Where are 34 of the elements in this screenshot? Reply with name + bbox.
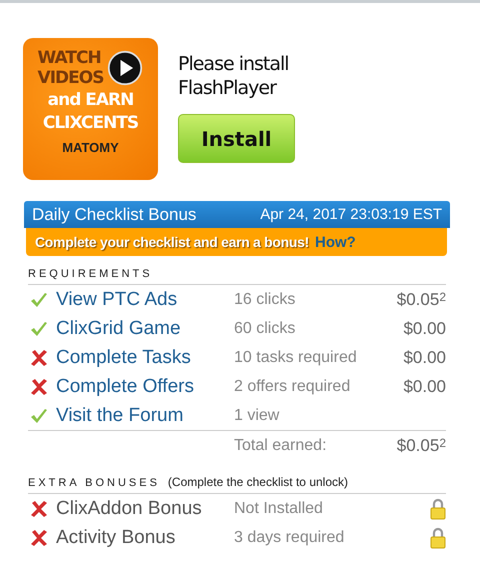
task-detail: 1 view: [234, 406, 280, 424]
task-link[interactable]: Complete Tasks: [56, 346, 234, 368]
ad-text: and EARN: [48, 90, 134, 111]
header-datetime: Apr 24, 2017 23:03:19 EST: [260, 206, 442, 223]
how-link[interactable]: How?: [315, 234, 356, 250]
task-amount: $0.00: [403, 318, 446, 338]
ad-brand: MATOMY: [62, 140, 119, 155]
ad-text: VIDEOS: [38, 68, 104, 88]
ad-banner[interactable]: WATCH VIDEOS and EARN CLIXCENTS MATOMY: [23, 38, 158, 180]
task-detail: 60 clicks: [234, 320, 296, 338]
task-detail: 16 clicks: [234, 290, 296, 308]
install-message: Please install FlashPlayer: [178, 52, 290, 100]
ad-text: WATCH: [38, 48, 102, 68]
task-amount: $0.00: [403, 348, 446, 368]
task-amount: $0.00: [403, 376, 446, 396]
banner-text: Complete your checklist and earn a bonus!: [35, 234, 309, 250]
task-link[interactable]: View PTC Ads: [56, 288, 234, 310]
header-title: Daily Checklist Bonus: [32, 204, 196, 224]
total-label: Total earned:: [234, 437, 328, 455]
play-icon: [107, 50, 144, 86]
task-link[interactable]: ClixGrid Game: [56, 318, 234, 340]
ad-text: CLIXCENTS: [42, 113, 138, 134]
install-button[interactable]: Install: [178, 114, 295, 163]
section-heading: EXTRA BONUSES: [28, 477, 160, 489]
bonus-name: Activity Bonus: [56, 526, 176, 548]
task-link[interactable]: Complete Offers: [56, 376, 234, 398]
task-link[interactable]: Visit the Forum: [56, 404, 234, 426]
task-detail: 2 offers required: [234, 378, 352, 396]
task-detail: 10 tasks required: [234, 348, 358, 366]
section-heading: REQUIREMENTS: [28, 268, 153, 280]
bonus-detail: Not Installed: [234, 500, 324, 518]
bonus-name: ClixAddon Bonus: [56, 498, 203, 520]
section-note: (Complete the checklist to unlock): [168, 475, 348, 489]
bonus-detail: 3 days required: [234, 528, 346, 546]
